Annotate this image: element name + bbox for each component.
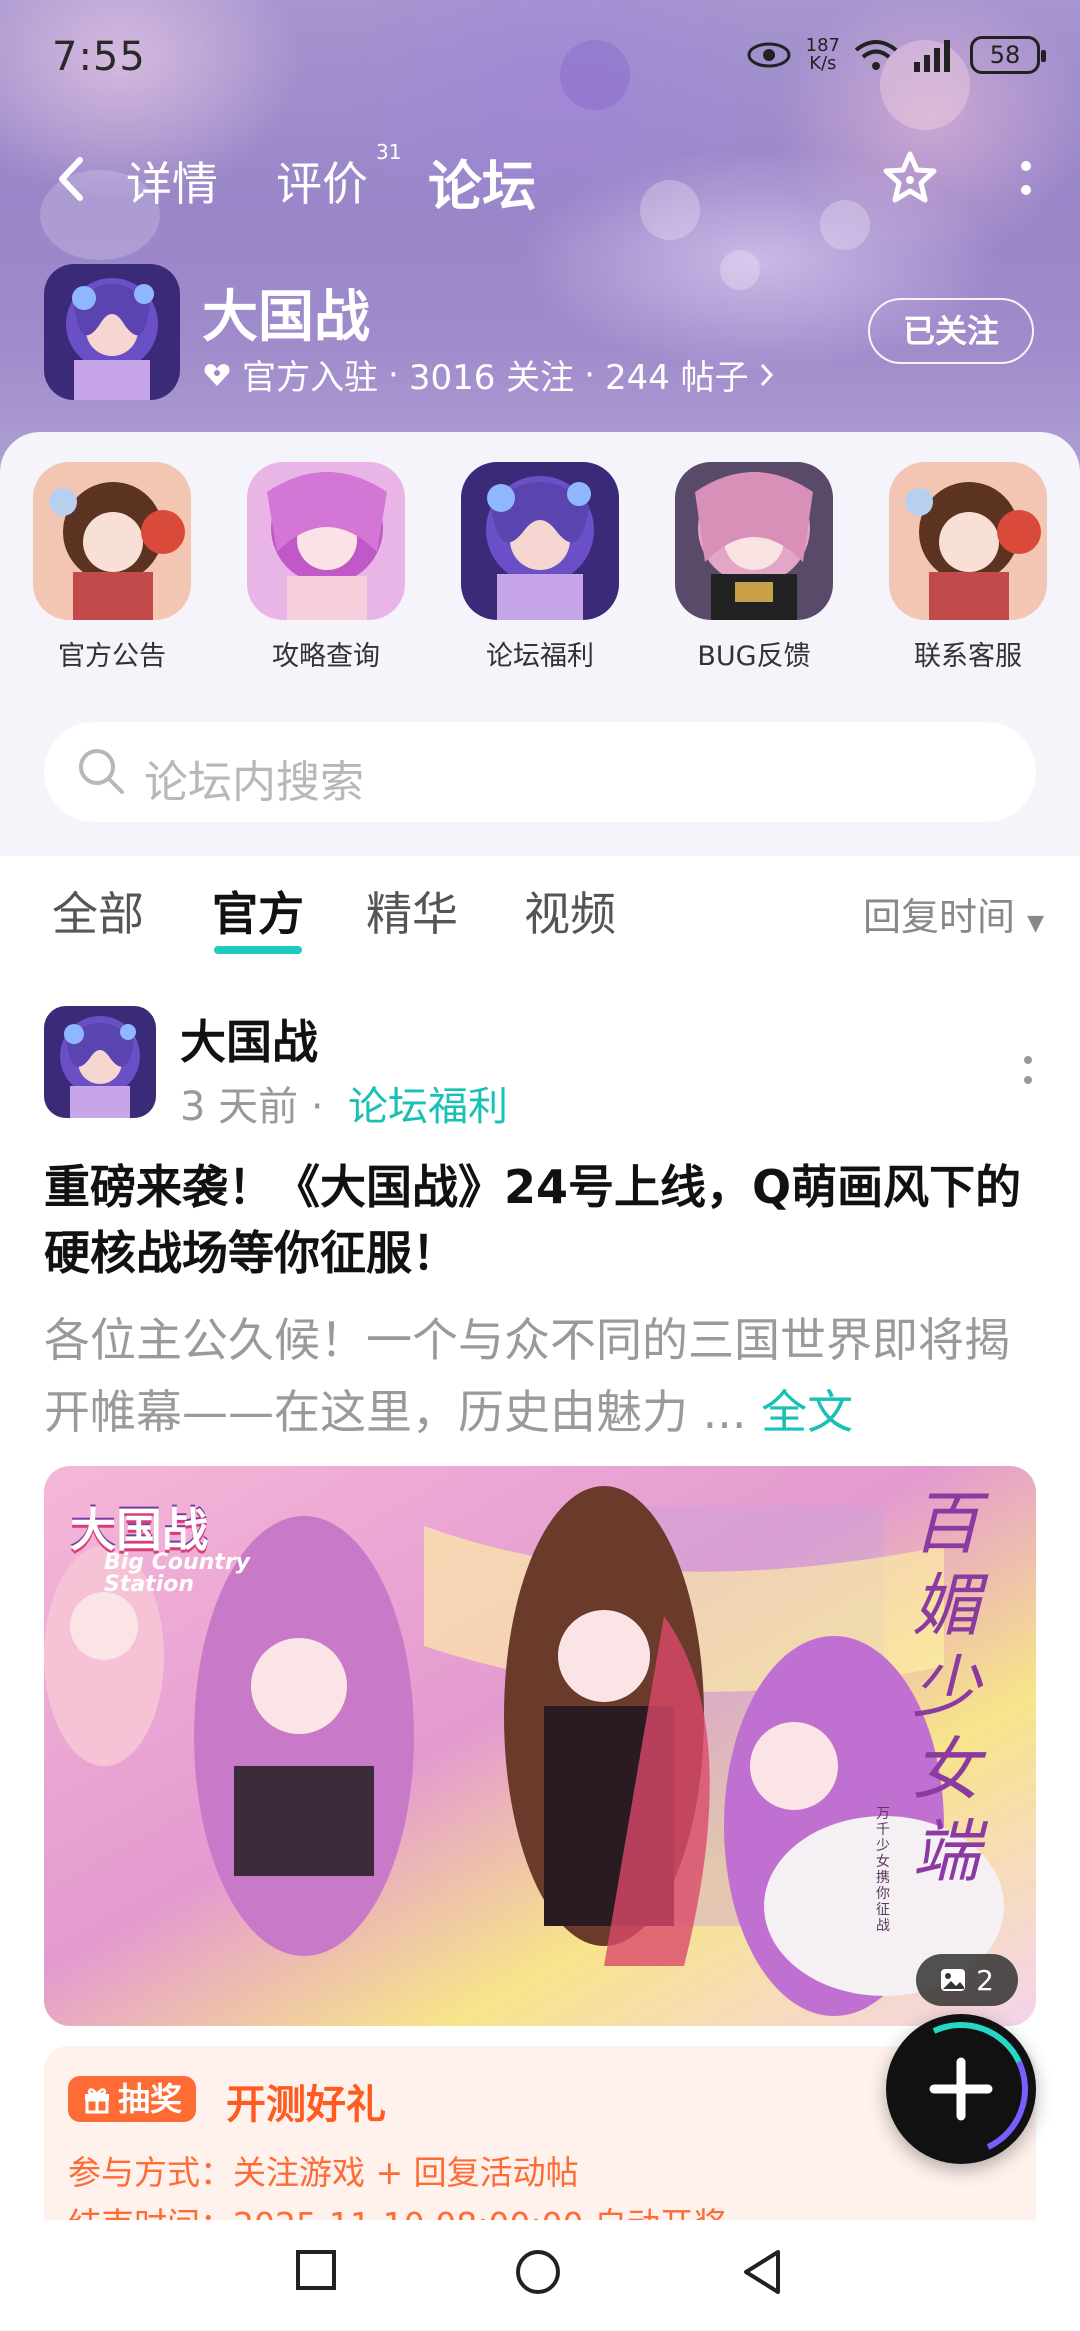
top-nav: 详情 评价 31 论坛: [0, 140, 1080, 220]
back-arrow-icon[interactable]: [52, 154, 92, 204]
sort-dropdown[interactable]: 回复时间 ▼: [863, 886, 1044, 941]
status-time: 7:55: [52, 34, 146, 80]
shortcut-label: 攻略查询: [272, 641, 380, 672]
shortcut-guide[interactable]: 攻略查询: [246, 462, 406, 673]
filter-tab-featured[interactable]: 精华: [366, 878, 458, 944]
followers-count: 3016 关注: [408, 358, 575, 398]
lottery-tag-label: 抽奖: [118, 2080, 183, 2118]
event-participation: 参与方式：关注游戏 + 回复活动帖: [68, 2153, 579, 2192]
full-text-link[interactable]: 全文: [761, 1385, 853, 1439]
sort-label: 回复时间: [862, 895, 1015, 939]
follow-button[interactable]: 已关注: [868, 298, 1034, 364]
filter-tab-all[interactable]: 全部: [52, 878, 144, 944]
announcement-icon: [33, 462, 191, 620]
shortcut-label: 联系客服: [914, 641, 1022, 672]
image-logo-en: Big Country Station: [104, 1550, 251, 1597]
signal-icon: [914, 40, 950, 72]
wifi-icon: [854, 40, 898, 70]
shortcut-label: BUG反馈: [697, 641, 811, 672]
ellipsis: ...: [688, 1385, 762, 1439]
game-name: 大国战: [202, 285, 370, 350]
chevron-right-icon: [760, 363, 773, 386]
post-excerpt[interactable]: 各位主公久候！一个与众不同的三国世界即将揭开帷幕——在这里，历史由魅力 ... …: [44, 1304, 1034, 1448]
support-icon: [889, 462, 1047, 620]
system-nav-bar: [0, 2220, 1080, 2331]
tab-details[interactable]: 详情: [126, 148, 218, 214]
shortcut-label: 官方公告: [58, 641, 166, 672]
recent-apps-icon[interactable]: [294, 2248, 338, 2292]
official-label: 官方入驻: [242, 358, 378, 398]
post-more-icon[interactable]: [1020, 1052, 1036, 1088]
shortcut-bug[interactable]: BUG反馈: [674, 462, 834, 673]
bug-icon: [675, 462, 833, 620]
gift-icon: [85, 2088, 109, 2114]
shortcut-welfare[interactable]: 论坛福利: [460, 462, 620, 673]
tab-forum[interactable]: 论坛: [428, 142, 536, 221]
image-icon: [941, 1969, 966, 1991]
meta-dot: ·: [388, 354, 399, 395]
filter-tab-official[interactable]: 官方: [212, 878, 304, 954]
welfare-icon: [461, 462, 619, 620]
net-speed-unit: K/s: [809, 53, 837, 74]
home-icon[interactable]: [514, 2248, 562, 2296]
shortcut-row: 官方公告 攻略查询 论坛福利 BUG反馈 联系客服: [0, 462, 1080, 682]
post-excerpt-text: 各位主公久候！一个与众不同的三国世界即将揭开帷幕——在这里，历史由魅力: [44, 1313, 1010, 1439]
image-count-badge: 2: [916, 1954, 1018, 2006]
new-post-button[interactable]: [886, 2014, 1036, 2164]
tab-reviews[interactable]: 评价: [276, 148, 368, 214]
image-sub-slogan: 万千少女携你征战: [876, 1806, 890, 1934]
verified-heart-icon: [204, 363, 230, 386]
event-title: 开测好礼: [226, 2082, 386, 2128]
post-board-link[interactable]: 论坛福利: [348, 1074, 508, 1132]
shortcut-label: 论坛福利: [486, 641, 594, 672]
post-author-name[interactable]: 大国战: [180, 1006, 318, 1072]
lottery-tag: 抽奖: [68, 2076, 197, 2122]
post-time: 3 天前 ·: [180, 1084, 324, 1130]
shortcut-announcement[interactable]: 官方公告: [32, 462, 192, 673]
status-icons: 187 K/s 58: [746, 36, 1046, 74]
battery-indicator: 58: [970, 36, 1046, 74]
filter-tab-video[interactable]: 视频: [524, 878, 616, 944]
game-meta: 官方入驻 · 3016 关注 · 244 帖子: [202, 350, 775, 399]
guide-icon: [247, 462, 405, 620]
status-bar: 7:55 187 K/s 58: [0, 28, 1080, 92]
back-icon[interactable]: [740, 2248, 784, 2296]
image-slogan: 百媚少女端: [911, 1485, 980, 1892]
star-icon[interactable]: [880, 148, 940, 208]
posts-count[interactable]: 244 帖子: [605, 350, 749, 399]
search-bar[interactable]: 论坛内搜索: [44, 722, 1036, 822]
meta-dot: ·: [584, 354, 595, 395]
more-vertical-icon[interactable]: [1016, 154, 1036, 204]
net-speed: 187 K/s: [806, 37, 840, 73]
post-author-avatar[interactable]: [44, 1006, 156, 1118]
review-count-badge: 31: [376, 140, 402, 164]
shortcut-support[interactable]: 联系客服: [888, 462, 1048, 673]
search-placeholder: 论坛内搜索: [144, 757, 364, 808]
plus-icon: [929, 2057, 993, 2121]
post-image[interactable]: 大国战 Big Country Station 百媚少女端 万千少女携你征战 2: [44, 1466, 1036, 2026]
post-title[interactable]: 重磅来袭！《大国战》24号上线，Q萌画风下的硬核战场等你征服！: [44, 1154, 1034, 1286]
post-time-text: 3 天前: [180, 1084, 299, 1130]
game-icon: [44, 264, 180, 400]
caret-down-icon: ▼: [1027, 911, 1044, 936]
search-icon: [79, 749, 124, 794]
image-count: 2: [976, 1963, 994, 1997]
eye-icon: [747, 42, 791, 68]
